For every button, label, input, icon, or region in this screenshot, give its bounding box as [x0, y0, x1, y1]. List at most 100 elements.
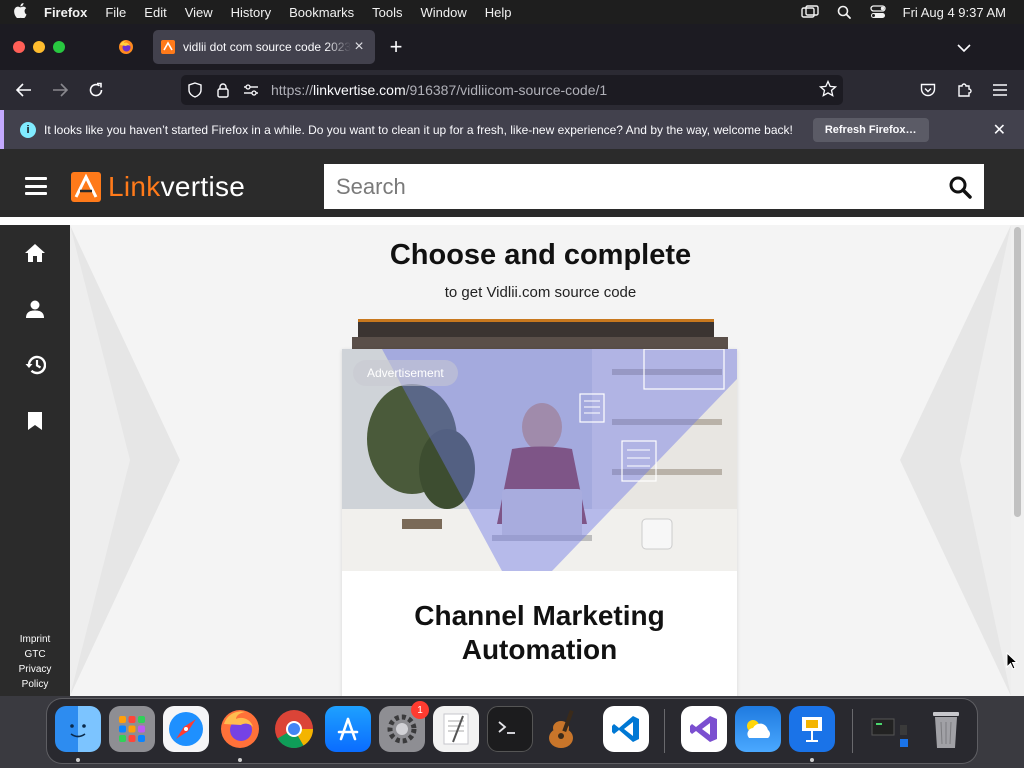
garageband-icon[interactable] [541, 706, 587, 752]
finder-icon[interactable] [55, 706, 101, 752]
linkvertise-logo-mark-icon [71, 172, 101, 202]
sidebar-bookmark-icon[interactable] [22, 408, 48, 434]
weather-icon[interactable] [735, 706, 781, 752]
firefox-running-indicator [238, 758, 242, 762]
tab-close-icon[interactable]: × [351, 38, 367, 56]
safari-icon[interactable] [163, 706, 209, 752]
menu-tools[interactable]: Tools [363, 5, 411, 20]
notification-message: It looks like you haven’t started Firefo… [44, 122, 793, 137]
refresh-firefox-button[interactable]: Refresh Firefox… [812, 117, 929, 142]
firefox-notification-bar: i It looks like you haven’t started Fire… [0, 110, 1024, 149]
permissions-icon[interactable] [237, 84, 265, 96]
logo-word-part1: Link [108, 171, 161, 202]
firefox-icon [119, 40, 133, 54]
dock-separator [852, 709, 853, 753]
apple-menu-icon[interactable] [0, 2, 40, 22]
search-icon[interactable] [936, 175, 984, 199]
scrollbar-thumb[interactable] [1014, 227, 1021, 517]
control-center-icon[interactable] [869, 5, 887, 19]
active-tab[interactable]: vidlii dot com source code 2023 × [153, 30, 375, 64]
extensions-puzzle-icon[interactable] [952, 78, 976, 102]
sidebar-footer-links: Imprint GTC Privacy Policy [0, 632, 70, 692]
pinned-tab-firefox[interactable] [104, 30, 148, 64]
menu-bar-clock[interactable]: Fri Aug 4 9:37 AM [903, 5, 1006, 20]
linkvertise-favicon-icon [161, 40, 175, 54]
window-zoom-button[interactable] [53, 41, 65, 53]
menu-file[interactable]: File [96, 5, 135, 20]
keynote-running-indicator [810, 758, 814, 762]
app-menu-hamburger-icon[interactable] [988, 78, 1012, 102]
bookmark-star-icon[interactable] [818, 79, 838, 101]
menu-window[interactable]: Window [412, 5, 476, 20]
page-title: Choose and complete [389, 239, 692, 271]
notification-close-icon[interactable]: ✕ [993, 120, 1006, 140]
browser-tab-bar: vidlii dot com source code 2023 × + [0, 24, 1024, 70]
url-path: /916387/vidliicom-source-code/1 [405, 82, 608, 98]
sidebar-user-icon[interactable] [22, 296, 48, 322]
advertisement-badge: Advertisement [353, 360, 458, 386]
macos-dock: 1 [46, 698, 978, 764]
new-tab-button[interactable]: + [384, 36, 408, 60]
ad-card-title-line1: Channel Marketing [414, 600, 665, 631]
site-menu-hamburger-icon[interactable] [25, 177, 47, 195]
visual-studio-icon[interactable] [681, 706, 727, 752]
firefox-dock-icon[interactable] [217, 706, 263, 752]
site-search-box [324, 164, 984, 209]
spotlight-search-icon[interactable] [835, 5, 853, 19]
site-search-input[interactable] [324, 164, 936, 209]
imprint-link[interactable]: Imprint [0, 632, 70, 647]
logo-word-part2: vertise [160, 171, 246, 202]
menu-help[interactable]: Help [476, 5, 521, 20]
menu-edit[interactable]: Edit [135, 5, 175, 20]
textedit-icon[interactable] [433, 706, 479, 752]
window-close-button[interactable] [13, 41, 25, 53]
screenshot-stack-icon[interactable] [867, 706, 913, 752]
mouse-cursor-icon [1006, 651, 1019, 675]
trash-icon[interactable] [923, 706, 969, 752]
keynote-icon[interactable] [789, 706, 835, 752]
gtc-link[interactable]: GTC [0, 647, 70, 662]
main-content: Choose and complete to get Vidlii.com so… [70, 225, 1011, 696]
url-bar[interactable]: https://linkvertise.com/916387/vidliicom… [181, 75, 843, 105]
screen-mirroring-icon[interactable] [800, 5, 819, 19]
url-prefix: https:// [271, 82, 314, 98]
tab-list-chevron-icon[interactable] [954, 38, 974, 58]
sidebar-history-icon[interactable] [22, 352, 48, 378]
url-domain: linkvertise.com [313, 82, 406, 98]
reload-icon[interactable] [84, 78, 108, 102]
url-text[interactable]: https://linkvertise.com/916387/vidliicom… [271, 82, 607, 98]
policy-link[interactable]: Policy [0, 677, 70, 692]
chrome-icon[interactable] [271, 706, 317, 752]
pocket-icon[interactable] [916, 78, 940, 102]
vscode-icon[interactable] [603, 706, 649, 752]
tab-title: vidlii dot com source code 2023 [183, 40, 351, 54]
linkvertise-logo[interactable]: Linkvertise [70, 170, 245, 204]
ad-card-title: Channel Marketing Automation [342, 599, 737, 667]
info-icon: i [20, 121, 36, 138]
system-settings-badge: 1 [411, 701, 429, 719]
window-minimize-button[interactable] [33, 41, 45, 53]
terminal-icon[interactable] [487, 706, 533, 752]
page-scrollbar[interactable] [1011, 225, 1024, 696]
app-store-icon[interactable] [325, 706, 371, 752]
browser-nav-bar: https://linkvertise.com/916387/vidliicom… [0, 70, 1024, 110]
privacy-link[interactable]: Privacy [0, 662, 70, 677]
system-settings-icon[interactable]: 1 [379, 701, 429, 752]
site-header: Linkvertise [0, 149, 1024, 221]
ad-card[interactable]: Advertisement Channel Marketing Automati… [342, 349, 737, 696]
ad-card-title-line2: Automation [461, 634, 618, 665]
page-subtitle: to get Vidlii.com source code [444, 284, 637, 301]
lock-icon[interactable] [209, 82, 237, 98]
menu-app-name[interactable]: Firefox [40, 5, 96, 20]
menu-history[interactable]: History [222, 5, 280, 20]
menu-view[interactable]: View [176, 5, 222, 20]
tracking-protection-shield-icon[interactable] [181, 82, 209, 98]
back-arrow-icon[interactable] [12, 78, 36, 102]
finder-running-indicator [76, 758, 80, 762]
menu-bookmarks[interactable]: Bookmarks [280, 5, 363, 20]
dock-separator [664, 709, 665, 753]
ad-image[interactable]: Advertisement [342, 349, 737, 571]
forward-arrow-icon[interactable] [48, 78, 72, 102]
launchpad-icon[interactable] [109, 706, 155, 752]
sidebar-home-icon[interactable] [22, 240, 48, 266]
